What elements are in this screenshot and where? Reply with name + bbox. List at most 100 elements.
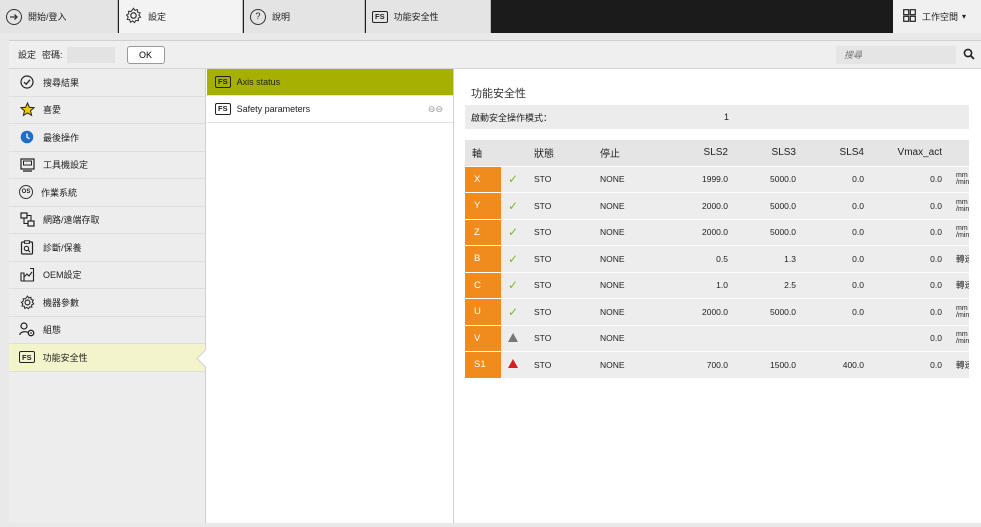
nav-item-functional-safety[interactable]: FS 功能安全性 [9, 344, 205, 372]
nav-item-label: 喜愛 [43, 105, 62, 116]
search-box [836, 46, 956, 64]
nav-item-configuration[interactable]: 組態 [9, 317, 205, 344]
settings-nav: 搜尋結果 喜愛 最後操作 工具機設定 OS 作業系統 網路/遠端存取 診斷/保養… [9, 69, 206, 523]
password-field[interactable] [66, 46, 115, 63]
safety-mode-row: 啟動安全操作模式： 1 [465, 105, 969, 129]
vmax-cell: 0.0 [871, 272, 949, 299]
check-icon: ✓ [508, 304, 519, 319]
nav-item-favorites[interactable]: 喜愛 [9, 97, 205, 124]
search-icon[interactable] [963, 48, 975, 60]
nav-item-label: 搜尋結果 [43, 77, 80, 88]
table-row[interactable]: S1 STONONE700.01500.0400.00.0 轉速 [465, 351, 969, 379]
tab-help[interactable]: ? 說明 [244, 0, 365, 33]
check-circle-icon [19, 74, 35, 90]
safety-mode-value: 1 [724, 112, 730, 122]
check-icon: ✓ [508, 198, 519, 213]
functional-safety-list: FS Axis status FS Safety parameters ⊖⊖ [207, 69, 454, 523]
network-icon [19, 212, 35, 228]
search-input[interactable] [836, 46, 956, 64]
tab-label: 設定 [148, 12, 167, 22]
status-cell: STO [527, 325, 593, 352]
workspace-menu[interactable]: 工作空間 ▾ [893, 0, 981, 33]
sls2-cell [663, 325, 735, 352]
warning-grey-icon [508, 332, 518, 342]
gear-icon [19, 294, 35, 310]
status-cell: STO [527, 351, 593, 379]
list-item-axis-status[interactable]: FS Axis status [207, 69, 453, 96]
sls3-cell: 1500.0 [735, 351, 803, 379]
axis-cell: U [465, 298, 501, 326]
table-row[interactable]: U ✓ STO NONE 2000.0 5000.0 0.0 0.0 mm/min [465, 298, 969, 326]
check-icon: ✓ [508, 225, 519, 240]
nav-item-diagnostics[interactable]: 診斷/保養 [9, 234, 205, 262]
column-header-unit [949, 140, 969, 167]
login-arrow-icon [6, 8, 22, 25]
unit-cell: 轉速 [949, 272, 969, 299]
os-icon: OS [19, 185, 33, 200]
sls4-cell: 0.0 [803, 298, 871, 326]
tab-label: 開始/登入 [28, 12, 67, 22]
sls4-cell: 0.0 [803, 192, 871, 220]
unit-label: mm/min [956, 331, 969, 346]
safety-mode-label: 啟動安全操作模式： [471, 112, 553, 123]
settings-window: 設定 密碼: OK 搜尋結果 喜愛 最後操作 [9, 40, 981, 523]
stop-cell: NONE [593, 298, 663, 326]
ok-button[interactable]: OK [126, 45, 165, 64]
table-row[interactable]: X ✓ STO NONE 1999.0 5000.0 0.0 0.0 mm/min [465, 166, 969, 193]
table-row[interactable]: C✓STONONE1.02.50.00.0轉速 [465, 272, 969, 299]
nav-item-label: 組態 [43, 325, 62, 336]
warning-red-icon [508, 359, 518, 369]
status-icon-cell: ✓ [501, 298, 527, 326]
column-header-stop: 停止 [593, 140, 663, 167]
nav-item-search-results[interactable]: 搜尋結果 [9, 69, 205, 97]
unit-cell: mm/min [949, 166, 969, 193]
unit-label: 轉速 [956, 280, 969, 291]
settings-toolbar: 設定 密碼: OK [9, 41, 981, 69]
unit-label: mm/min [956, 172, 969, 187]
nav-item-label: 機器參數 [43, 297, 80, 308]
status-icon-cell: ✓ [501, 192, 527, 220]
sls2-cell: 700.0 [663, 351, 735, 379]
list-item-safety-parameters[interactable]: FS Safety parameters ⊖⊖ [207, 96, 453, 123]
nav-item-oem-settings[interactable]: OEM設定 [9, 262, 205, 289]
sls4-cell: 400.0 [803, 351, 871, 379]
nav-item-label: 網路/遠端存取 [43, 215, 100, 226]
axis-status-table: 軸 狀態 停止 SLS2 SLS3 SLS4 Vmax_act X ✓ STO NON… [465, 140, 969, 379]
user-settings-icon [19, 322, 35, 338]
unit-cell: mm/min [949, 192, 969, 220]
nav-item-machine-parameters[interactable]: 機器參數 [9, 289, 205, 317]
tab-functional-safety[interactable]: FS 功能安全性 [366, 0, 491, 33]
nav-item-network[interactable]: 網路/遠端存取 [9, 207, 205, 234]
tab-start-login[interactable]: 開始/登入 [0, 0, 118, 33]
nav-item-label: 作業系統 [41, 187, 78, 198]
check-icon: ✓ [508, 172, 519, 187]
diagnosis-icon [19, 239, 35, 255]
sls3-cell: 5000.0 [735, 298, 803, 326]
column-header-icon [501, 140, 527, 167]
status-cell: STO [527, 272, 593, 299]
vmax-cell: 0.0 [871, 298, 949, 326]
sls3-cell: 5000.0 [735, 192, 803, 220]
unit-label: mm/min [956, 225, 969, 240]
axis-cell: S1 [465, 351, 501, 379]
list-item-label: Safety parameters [236, 104, 311, 114]
tab-settings[interactable]: 設定 [119, 0, 243, 33]
link-icon[interactable]: ⊖⊖ [428, 104, 443, 115]
table-row[interactable]: V STO NONE 0.0 mm/min [465, 325, 969, 352]
unit-cell: mm/min [949, 325, 969, 352]
table-row[interactable]: Y ✓ STO NONE 2000.0 5000.0 0.0 0.0 mm/min [465, 192, 969, 220]
nav-item-operating-system[interactable]: OS 作業系統 [9, 179, 205, 207]
table-row[interactable]: B✓STONONE0.51.30.00.0轉速 [465, 245, 969, 273]
table-row[interactable]: Z ✓ STO NONE 2000.0 5000.0 0.0 0.0 mm/min [465, 219, 969, 246]
stop-cell: NONE [593, 325, 663, 352]
axis-cell: V [465, 325, 501, 352]
fs-icon: FS [215, 76, 231, 88]
sls4-cell: 0.0 [803, 272, 871, 299]
nav-item-machine-settings[interactable]: 工具機設定 [9, 152, 205, 179]
unit-cell: 轉速 [949, 351, 969, 379]
status-icon-cell: ✓ [501, 219, 527, 246]
password-label: 密碼: [42, 50, 63, 60]
status-icon-cell: ✓ [501, 245, 527, 273]
sls2-cell: 2000.0 [663, 298, 735, 326]
nav-item-recent[interactable]: 最後操作 [9, 124, 205, 152]
